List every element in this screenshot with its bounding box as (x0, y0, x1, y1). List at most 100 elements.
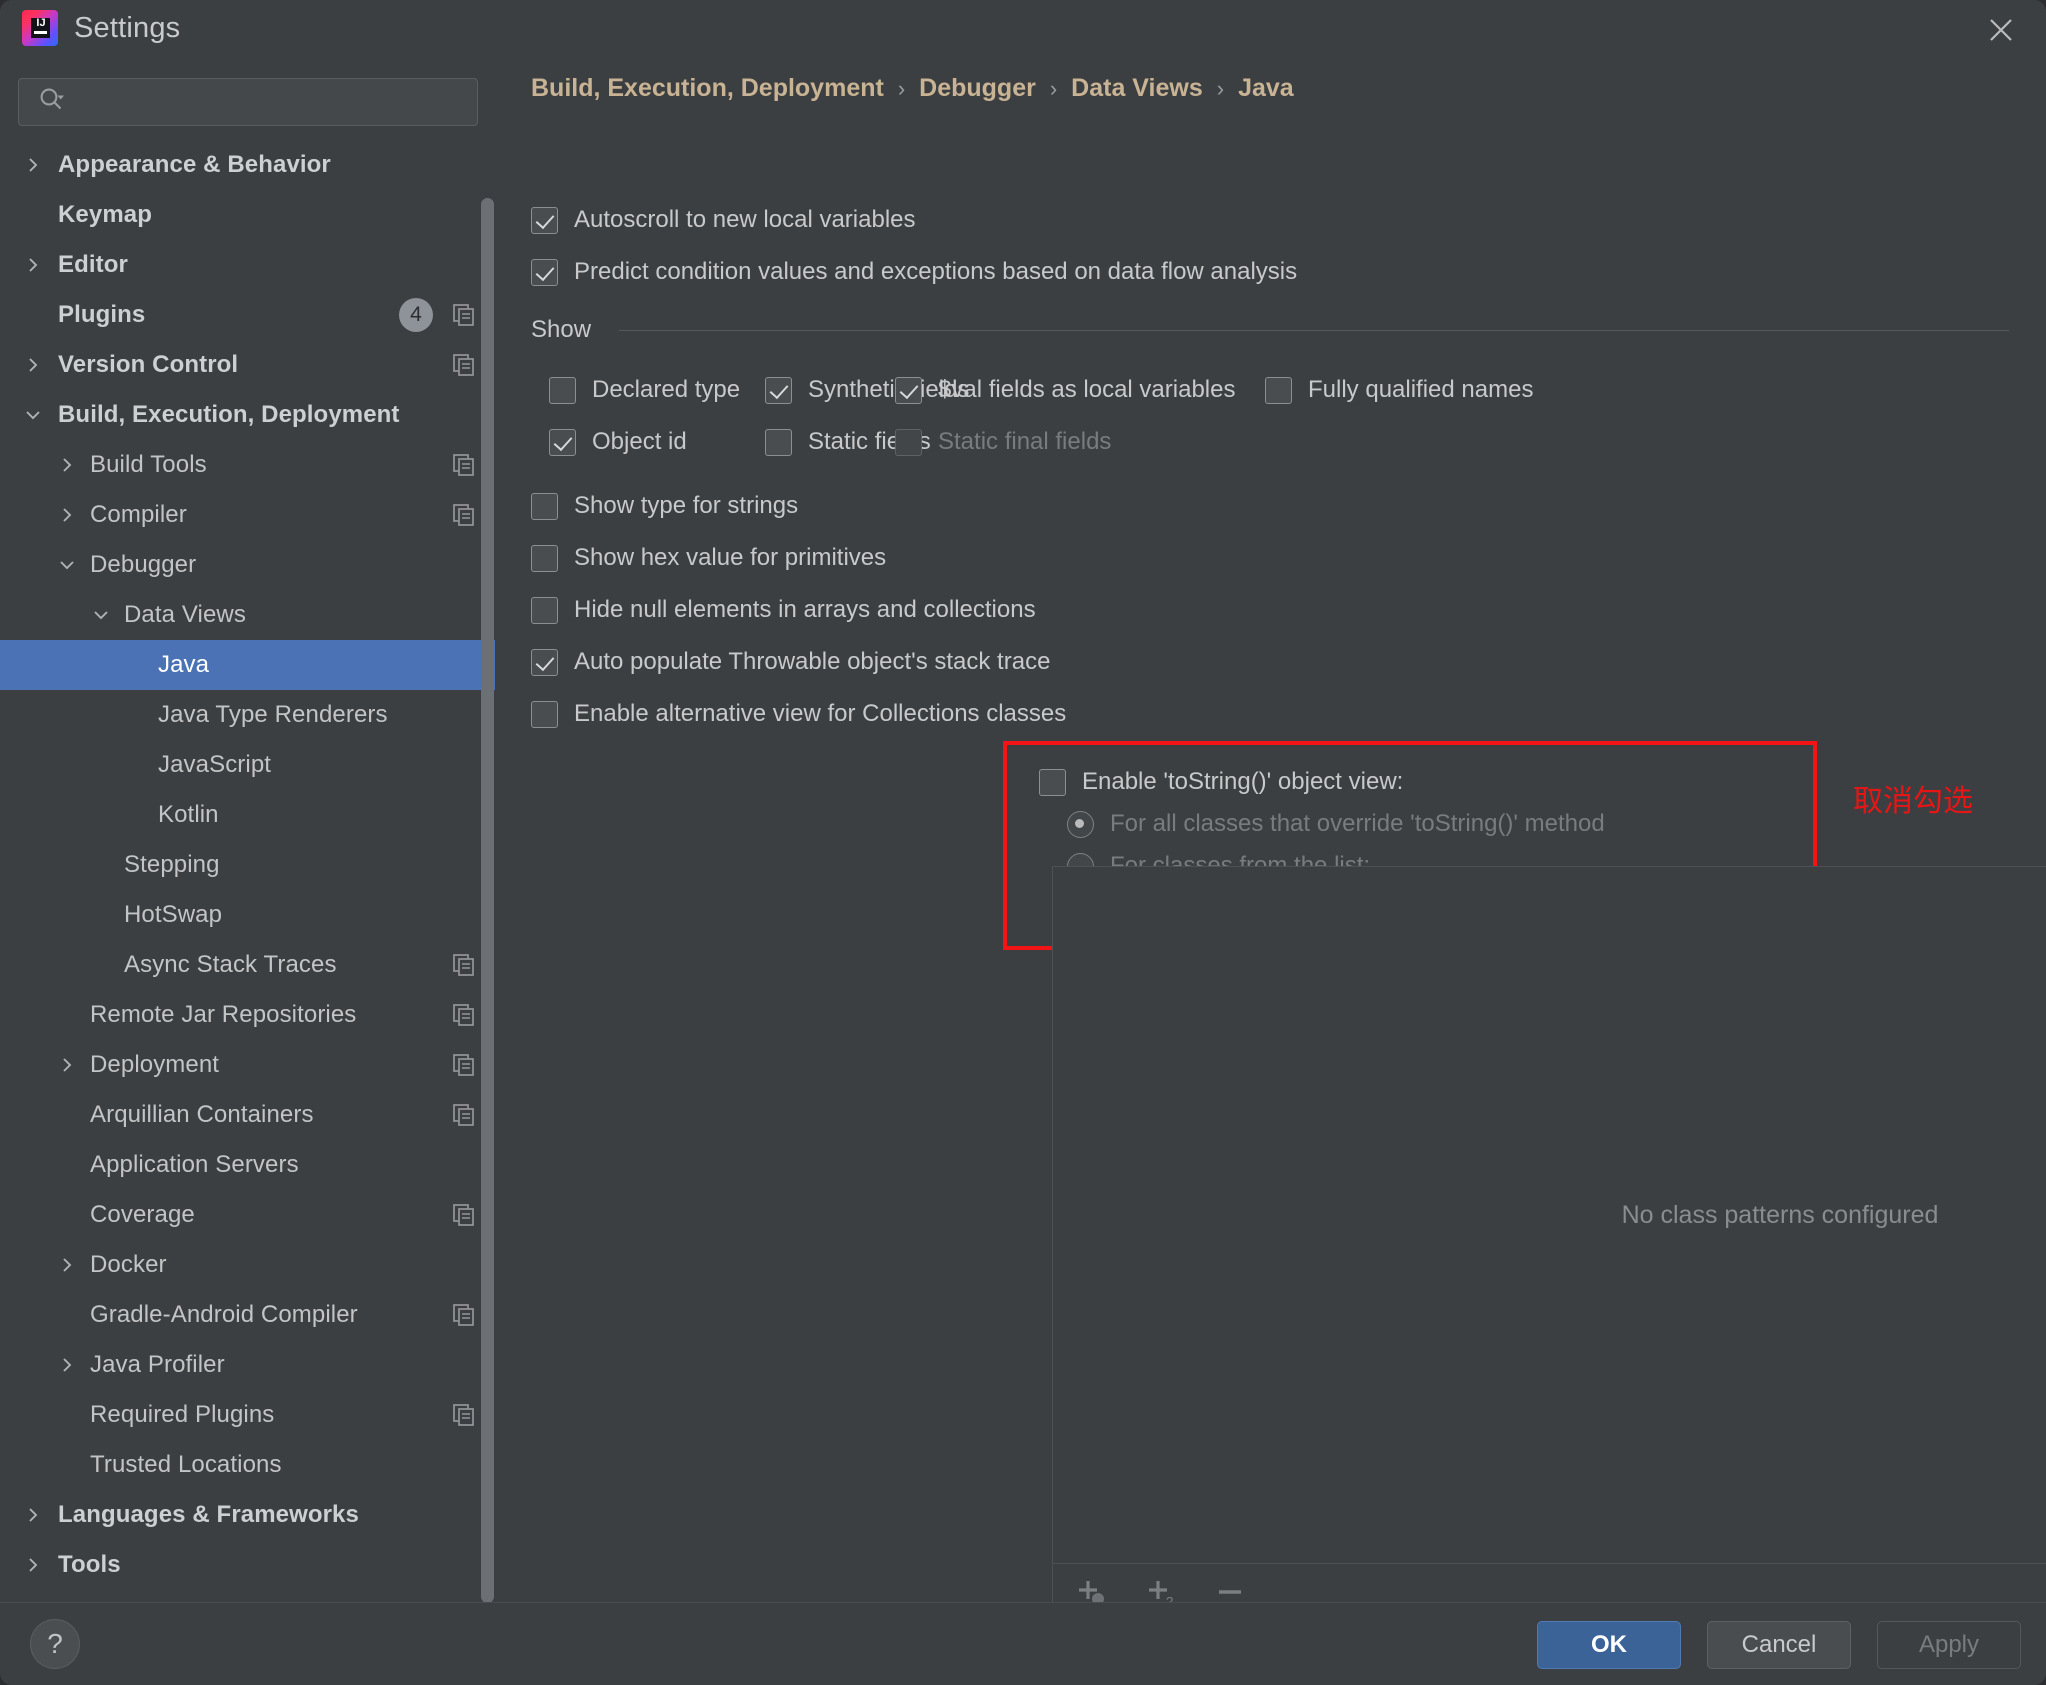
sidebar-item-label: Appearance & Behavior (58, 151, 331, 179)
chevron-right-icon[interactable] (22, 354, 44, 376)
chevron-right-icon[interactable] (56, 1254, 78, 1276)
sidebar-item-build-execution-deployment[interactable]: Build, Execution, Deployment (0, 390, 495, 440)
sidebar-item-deployment[interactable]: Deployment (0, 1040, 495, 1090)
breadcrumb-item-java[interactable]: Java (1238, 74, 1294, 103)
show-option-fully-qualified-names[interactable]: Fully qualified names (1265, 376, 1533, 404)
sidebar-item-label: Data Views (124, 601, 246, 629)
sidebar-item-java-type-renderers[interactable]: Java Type Renderers (0, 690, 495, 740)
class-patterns-list[interactable]: No class patterns configured (1052, 866, 2046, 1564)
sidebar-item-label: Build, Execution, Deployment (58, 401, 400, 429)
sidebar-item-label: Editor (58, 251, 128, 279)
sidebar-item-docker[interactable]: Docker (0, 1240, 495, 1290)
close-icon[interactable] (1978, 10, 2024, 50)
class-patterns-empty-text: No class patterns configured (1053, 867, 2046, 1563)
sidebar-item-compiler[interactable]: Compiler (0, 490, 495, 540)
chevron-down-icon[interactable] (56, 554, 78, 576)
option-show-type-for-strings[interactable]: Show type for strings (531, 492, 798, 520)
copy-settings-icon[interactable] (451, 952, 477, 978)
sidebar-item-trusted-locations[interactable]: Trusted Locations (0, 1440, 495, 1490)
sidebar-item-keymap[interactable]: Keymap (0, 190, 495, 240)
chevron-right-icon[interactable] (56, 1354, 78, 1376)
chevron-right-icon[interactable] (22, 154, 44, 176)
breadcrumb-item-debugger[interactable]: Debugger (919, 74, 1036, 103)
sidebar-item-stepping[interactable]: Stepping (0, 840, 495, 890)
apply-button[interactable]: Apply (1877, 1621, 2021, 1669)
sidebar-scrollbar-thumb[interactable] (481, 198, 494, 1602)
show-option-static-final-fields-label: Static final fields (938, 428, 1111, 456)
chevron-right-icon[interactable] (22, 1504, 44, 1526)
sidebar-item-editor[interactable]: Editor (0, 240, 495, 290)
copy-settings-icon[interactable] (451, 1002, 477, 1028)
sidebar-item-label: Required Plugins (90, 1401, 274, 1429)
help-button[interactable]: ? (30, 1619, 80, 1669)
chevron-right-icon[interactable] (22, 254, 44, 276)
sidebar-item-coverage[interactable]: Coverage (0, 1190, 495, 1240)
option-predict-condition-values-and-exceptions-base[interactable]: Predict condition values and exceptions … (531, 258, 1297, 286)
dialog-footer: ? OK Cancel Apply (0, 1602, 2046, 1685)
sidebar-item-arquillian-containers[interactable]: Arquillian Containers (0, 1090, 495, 1140)
search-box[interactable] (18, 78, 478, 126)
option-show-hex-value-for-primitives-label: Show hex value for primitives (574, 544, 886, 572)
show-option-val-fields-as-local-variables-label: $val fields as local variables (938, 376, 1235, 404)
sidebar-item-hotswap[interactable]: HotSwap (0, 890, 495, 940)
sidebar-item-kotlin[interactable]: Kotlin (0, 790, 495, 840)
sidebar-item-label: Java Profiler (90, 1351, 225, 1379)
show-option-declared-type-label: Declared type (592, 376, 740, 404)
sidebar-item-remote-jar-repositories[interactable]: Remote Jar Repositories (0, 990, 495, 1040)
sidebar-item-data-views[interactable]: Data Views (0, 590, 495, 640)
copy-settings-icon[interactable] (451, 302, 477, 328)
chevron-right-icon[interactable] (56, 504, 78, 526)
copy-settings-icon[interactable] (451, 1052, 477, 1078)
sidebar-item-plugins[interactable]: Plugins4 (0, 290, 495, 340)
ok-button[interactable]: OK (1537, 1621, 1681, 1669)
sidebar-item-java[interactable]: Java (0, 640, 495, 690)
copy-settings-icon[interactable] (451, 352, 477, 378)
sidebar-scrollbar-track[interactable] (481, 198, 494, 1602)
radio-for-all-classes-that-override-tostring-metho[interactable]: For all classes that override 'toString(… (1067, 810, 1605, 838)
sidebar-item-tools[interactable]: Tools (0, 1540, 495, 1590)
copy-settings-icon[interactable] (451, 502, 477, 528)
chevron-right-icon[interactable] (56, 1054, 78, 1076)
sidebar-item-appearance-behavior[interactable]: Appearance & Behavior (0, 140, 495, 190)
sidebar-item-version-control[interactable]: Version Control (0, 340, 495, 390)
copy-settings-icon[interactable] (451, 1202, 477, 1228)
option-autoscroll-to-new-local-variables[interactable]: Autoscroll to new local variables (531, 206, 916, 234)
chevron-down-icon[interactable] (22, 404, 44, 426)
option-enable-alternative-view-for-collections-clas[interactable]: Enable alternative view for Collections … (531, 700, 1066, 728)
sidebar-item-async-stack-traces[interactable]: Async Stack Traces (0, 940, 495, 990)
chevron-right-icon[interactable] (22, 1554, 44, 1576)
sidebar-item-required-plugins[interactable]: Required Plugins (0, 1390, 495, 1440)
enable-tostring-object-view-checkbox[interactable]: Enable 'toString()' object view: (1039, 768, 1403, 796)
chevron-right-icon[interactable] (56, 454, 78, 476)
checkbox-box (1039, 769, 1066, 796)
cancel-button[interactable]: Cancel (1707, 1621, 1851, 1669)
sidebar-item-debugger[interactable]: Debugger (0, 540, 495, 590)
sidebar-item-java-profiler[interactable]: Java Profiler (0, 1340, 495, 1390)
sidebar-item-label: Arquillian Containers (90, 1101, 314, 1129)
breadcrumb-item-data-views[interactable]: Data Views (1071, 74, 1203, 103)
copy-settings-icon[interactable] (451, 1302, 477, 1328)
sidebar-item-languages-frameworks[interactable]: Languages & Frameworks (0, 1490, 495, 1540)
chevron-down-icon[interactable] (90, 604, 112, 626)
copy-settings-icon[interactable] (451, 1402, 477, 1428)
sidebar-item-label: Docker (90, 1251, 167, 1279)
copy-settings-icon[interactable] (451, 1102, 477, 1128)
option-show-hex-value-for-primitives[interactable]: Show hex value for primitives (531, 544, 886, 572)
sidebar-item-application-servers[interactable]: Application Servers (0, 1140, 495, 1190)
show-option-object-id[interactable]: Object id (549, 428, 687, 456)
option-predict-condition-values-and-exceptions-base-label: Predict condition values and exceptions … (574, 258, 1297, 286)
show-option-val-fields-as-local-variables[interactable]: $val fields as local variables (895, 376, 1235, 404)
sidebar-item-build-tools[interactable]: Build Tools (0, 440, 495, 490)
sidebar-item-gradle-android-compiler[interactable]: Gradle-Android Compiler (0, 1290, 495, 1340)
option-hide-null-elements-in-arrays-and-collections[interactable]: Hide null elements in arrays and collect… (531, 596, 1036, 624)
show-option-static-final-fields[interactable]: Static final fields (895, 428, 1111, 456)
search-input[interactable] (77, 90, 477, 114)
checkbox-box (531, 259, 558, 286)
sidebar-item-label: HotSwap (124, 901, 222, 929)
settings-tree[interactable]: Appearance & Behavior Keymap Editor Plugins… (0, 140, 495, 1602)
breadcrumb-item-build-execution-deployment[interactable]: Build, Execution, Deployment (531, 74, 884, 103)
option-auto-populate-throwable-object-s-stack-trace[interactable]: Auto populate Throwable object's stack t… (531, 648, 1050, 676)
show-option-declared-type[interactable]: Declared type (549, 376, 740, 404)
sidebar-item-javascript[interactable]: JavaScript (0, 740, 495, 790)
copy-settings-icon[interactable] (451, 452, 477, 478)
